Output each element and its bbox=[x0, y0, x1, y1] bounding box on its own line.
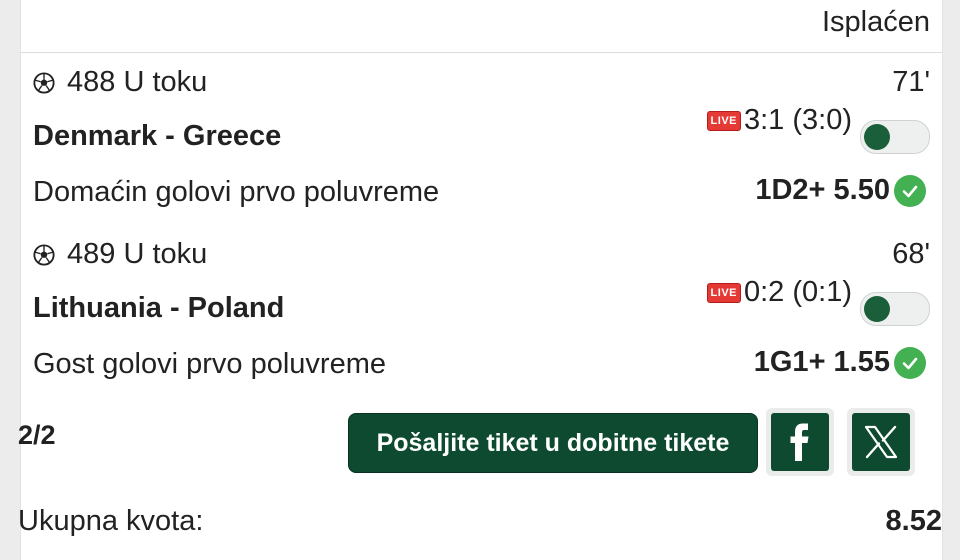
event-teams[interactable]: Lithuania - Poland bbox=[33, 292, 284, 325]
total-odds-value: 8.52 bbox=[885, 505, 942, 537]
event-score: 3:1 (3:0) bbox=[744, 104, 852, 136]
event-odd-wrap: 1D2+ 5.50 bbox=[755, 174, 926, 207]
event-teams[interactable]: Denmark - Greece bbox=[33, 120, 281, 153]
event-odd: 1G1+ 1.55 bbox=[753, 346, 890, 378]
x-share-button[interactable] bbox=[847, 408, 915, 476]
ticket-status-row: Isplaćen bbox=[21, 0, 942, 53]
x-icon bbox=[852, 413, 910, 471]
total-odds-label: Ukupna kvota: bbox=[18, 505, 204, 537]
live-score: LIVE 3:1 (3:0) bbox=[706, 104, 852, 137]
event-item: 489 U toku 68' Lithuania - Poland LIVE 0… bbox=[21, 232, 942, 404]
ticket-card: Isplaćen 488 U toku 71' Denmark - Greece… bbox=[20, 0, 943, 560]
live-badge: LIVE bbox=[706, 282, 741, 303]
soccer-ball-icon bbox=[33, 243, 55, 266]
event-header-text: 488 U toku bbox=[67, 66, 208, 98]
facebook-share-button[interactable] bbox=[766, 408, 834, 476]
event-minute: 68' bbox=[892, 238, 930, 270]
event-header: 488 U toku bbox=[33, 66, 207, 99]
event-market: Domaćin golovi prvo poluvreme bbox=[33, 176, 440, 208]
event-odd: 1D2+ 5.50 bbox=[755, 174, 890, 206]
event-header-text: 489 U toku bbox=[67, 238, 208, 270]
event-minute: 71' bbox=[892, 66, 930, 98]
soccer-ball-icon bbox=[33, 71, 55, 94]
event-toggle[interactable] bbox=[860, 120, 930, 154]
event-score: 0:2 (0:1) bbox=[744, 276, 852, 308]
check-icon bbox=[894, 174, 926, 207]
facebook-icon bbox=[771, 413, 829, 471]
event-toggle[interactable] bbox=[860, 292, 930, 326]
ticket-count: 2/2 bbox=[18, 420, 56, 450]
event-header: 489 U toku bbox=[33, 238, 207, 271]
send-to-winning-tickets-button[interactable]: Pošaljite tiket u dobitne tikete bbox=[348, 413, 758, 473]
event-item: 488 U toku 71' Denmark - Greece LIVE 3:1… bbox=[21, 60, 942, 232]
ticket-status: Isplaćen bbox=[821, 6, 930, 38]
toggle-knob bbox=[864, 296, 890, 322]
live-score: LIVE 0:2 (0:1) bbox=[706, 276, 852, 309]
event-market: Gost golovi prvo poluvreme bbox=[33, 348, 386, 380]
toggle-knob bbox=[864, 124, 890, 150]
event-odd-wrap: 1G1+ 1.55 bbox=[754, 346, 926, 379]
live-badge: LIVE bbox=[706, 110, 741, 131]
check-icon bbox=[894, 346, 926, 379]
